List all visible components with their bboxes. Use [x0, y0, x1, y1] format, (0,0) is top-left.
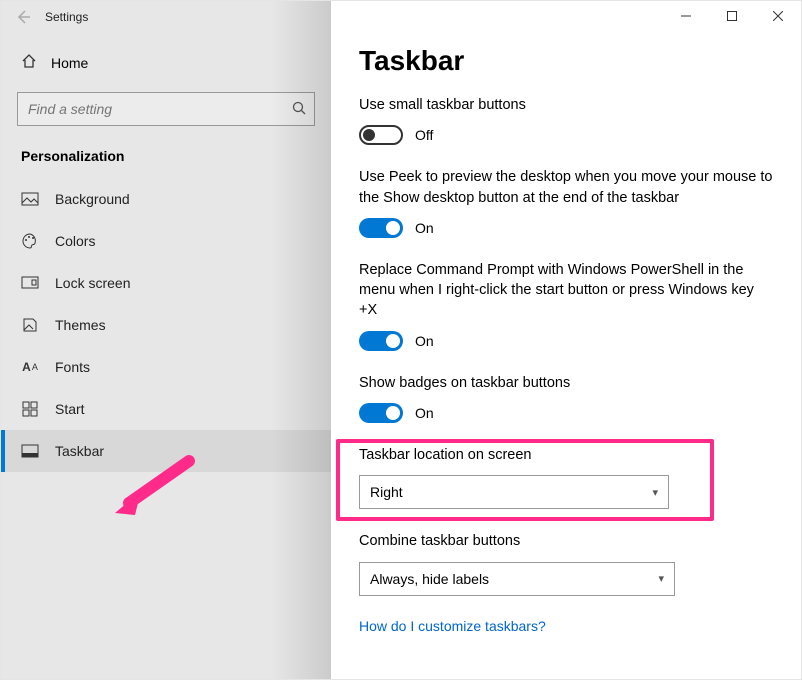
setting-label: Use small taskbar buttons: [359, 95, 773, 115]
setting-peek: Use Peek to preview the desktop when you…: [359, 167, 773, 238]
nav-home-label: Home: [51, 55, 88, 71]
main-panel: Taskbar Use small taskbar buttons Off Us…: [331, 1, 801, 679]
back-button[interactable]: [1, 1, 45, 33]
nav-home[interactable]: Home: [1, 41, 331, 84]
sidebar-item-label: Lock screen: [55, 275, 130, 291]
palette-icon: [21, 232, 39, 250]
select-combine[interactable]: Always, hide labels ▾: [359, 562, 675, 596]
sidebar-item-colors[interactable]: Colors: [1, 220, 331, 262]
arrow-left-icon: [15, 9, 31, 25]
sidebar-item-fonts[interactable]: AA Fonts: [1, 346, 331, 388]
help-link[interactable]: How do I customize taskbars?: [359, 618, 773, 634]
minimize-icon: [681, 11, 691, 21]
sidebar: Settings Home Personalization Background…: [1, 1, 331, 679]
chevron-down-icon: ▾: [658, 572, 664, 585]
select-value: Always, hide labels: [370, 571, 489, 587]
lockscreen-icon: [21, 274, 39, 292]
sidebar-item-label: Themes: [55, 317, 106, 333]
themes-icon: [21, 316, 39, 334]
sidebar-item-start[interactable]: Start: [1, 388, 331, 430]
window-controls: [663, 1, 801, 31]
app-title: Settings: [45, 10, 88, 24]
setting-combine: Combine taskbar buttons Always, hide lab…: [359, 531, 773, 595]
taskbar-icon: [21, 442, 39, 460]
maximize-icon: [727, 11, 737, 21]
search-icon: [291, 100, 307, 119]
section-title: Personalization: [1, 140, 331, 178]
sidebar-item-themes[interactable]: Themes: [1, 304, 331, 346]
setting-small-buttons: Use small taskbar buttons Off: [359, 95, 773, 145]
sidebar-item-label: Background: [55, 191, 130, 207]
toggle-badges[interactable]: [359, 403, 403, 423]
toggle-state-text: Off: [415, 127, 433, 143]
home-icon: [21, 53, 37, 72]
maximize-button[interactable]: [709, 1, 755, 31]
sidebar-item-label: Fonts: [55, 359, 90, 375]
toggle-powershell[interactable]: [359, 331, 403, 351]
chevron-down-icon: ▾: [652, 486, 658, 499]
select-value: Right: [370, 484, 403, 500]
setting-label: Use Peek to preview the desktop when you…: [359, 167, 773, 208]
page-title: Taskbar: [359, 45, 773, 77]
toggle-state-text: On: [415, 405, 434, 421]
title-bar: Settings: [1, 1, 331, 33]
toggle-peek[interactable]: [359, 218, 403, 238]
sidebar-item-label: Taskbar: [55, 443, 104, 459]
picture-icon: [21, 190, 39, 208]
toggle-state-text: On: [415, 220, 434, 236]
search-input[interactable]: [17, 92, 315, 126]
setting-label: Replace Command Prompt with Windows Powe…: [359, 260, 773, 321]
settings-window: Settings Home Personalization Background…: [0, 0, 802, 680]
start-icon: [21, 400, 39, 418]
search-box[interactable]: [17, 92, 315, 126]
sidebar-item-label: Colors: [55, 233, 95, 249]
sidebar-item-lockscreen[interactable]: Lock screen: [1, 262, 331, 304]
sidebar-item-label: Start: [55, 401, 85, 417]
sidebar-item-taskbar[interactable]: Taskbar: [1, 430, 331, 472]
toggle-small-buttons[interactable]: [359, 125, 403, 145]
setting-location: Taskbar location on screen Right ▾: [359, 445, 773, 509]
minimize-button[interactable]: [663, 1, 709, 31]
setting-label: Show badges on taskbar buttons: [359, 373, 773, 393]
fonts-icon: AA: [21, 358, 39, 376]
sidebar-item-background[interactable]: Background: [1, 178, 331, 220]
setting-powershell: Replace Command Prompt with Windows Powe…: [359, 260, 773, 351]
close-button[interactable]: [755, 1, 801, 31]
select-location[interactable]: Right ▾: [359, 475, 669, 509]
close-icon: [773, 11, 783, 21]
setting-label: Taskbar location on screen: [359, 445, 773, 465]
setting-badges: Show badges on taskbar buttons On: [359, 373, 773, 423]
toggle-state-text: On: [415, 333, 434, 349]
setting-label: Combine taskbar buttons: [359, 531, 773, 551]
